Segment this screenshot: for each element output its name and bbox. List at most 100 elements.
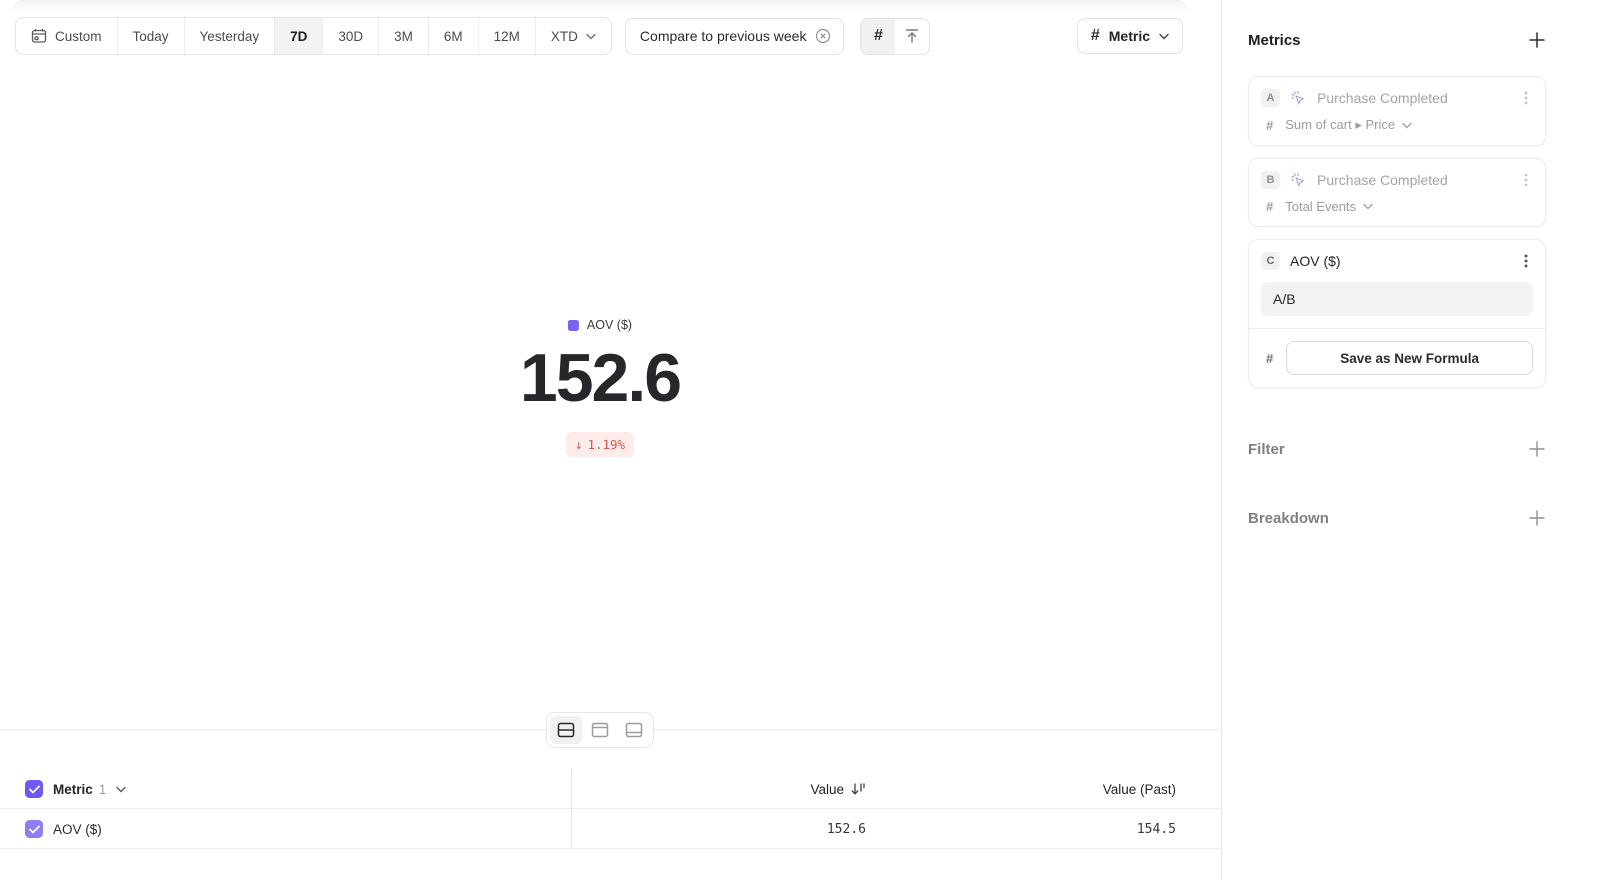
chart-legend: AOV ($) (520, 318, 680, 332)
date-range-label: XTD (551, 29, 578, 44)
compare-to-previous-week-pill[interactable]: Compare to previous week (625, 18, 845, 55)
metric-dropdown-label: Metric (1109, 28, 1150, 44)
insights-report-app: Custom Today Yesterday 7D 30D 3M 6M 12M … (0, 0, 1600, 880)
date-range-label: 3M (394, 29, 413, 44)
breakdown-section-title: Breakdown (1248, 510, 1329, 527)
metric-badge-a: A (1261, 89, 1280, 107)
chevron-down-icon (1159, 33, 1169, 40)
table-row-metric-cell: AOV ($) (0, 809, 572, 849)
metric-card-b[interactable]: B Purchase Completed # Total Events (1248, 158, 1546, 227)
row-value-past-cell: 154.5 (880, 822, 1222, 837)
event-sparkle-cursor-icon (1290, 90, 1307, 107)
date-range-7d[interactable]: 7D (275, 18, 323, 54)
aggregation-selector[interactable]: Total Events (1285, 199, 1373, 214)
chevron-down-icon (586, 33, 596, 40)
row-checkbox[interactable] (25, 820, 43, 838)
legend-color-swatch (568, 320, 579, 331)
check-icon (29, 825, 40, 834)
hash-formula-icon: # (1266, 351, 1273, 366)
check-icon (29, 785, 40, 794)
arrow-to-bar-icon (904, 28, 920, 44)
layout-top-band-icon (591, 722, 609, 738)
kebab-menu-icon[interactable] (1519, 172, 1533, 188)
value-past-header-label: Value (Past) (1103, 782, 1176, 797)
date-range-label: 30D (338, 29, 363, 44)
chart-type-number-button[interactable]: # (861, 19, 895, 54)
add-metric-icon[interactable] (1528, 31, 1546, 49)
event-sparkle-cursor-icon (1290, 172, 1307, 189)
date-range-label: Custom (55, 29, 102, 44)
table-header-metric-cell: Metric 1 (0, 769, 572, 809)
legend-label: AOV ($) (587, 318, 632, 332)
query-builder-sidebar: Metrics A Purchase Completed # Sum of ca… (1222, 0, 1600, 880)
date-range-xtd[interactable]: XTD (536, 18, 611, 54)
date-range-label: 7D (290, 29, 307, 44)
table-header-row: Metric 1 Value Value (Past) (0, 769, 1222, 809)
metric-value: 152.6 (520, 344, 680, 412)
add-breakdown-icon[interactable] (1528, 509, 1546, 527)
layout-switcher (546, 712, 654, 748)
metric-card-title: Purchase Completed (1317, 90, 1509, 106)
date-range-30d[interactable]: 30D (323, 18, 379, 54)
date-range-today[interactable]: Today (118, 18, 185, 54)
card-divider (1249, 328, 1545, 329)
layout-chart-only-button[interactable] (584, 716, 616, 744)
metric-column-header: Metric (53, 782, 93, 797)
toolbar: Custom Today Yesterday 7D 30D 3M 6M 12M … (15, 17, 1183, 55)
metric-type-dropdown[interactable]: # Metric (1077, 18, 1183, 54)
date-range-custom[interactable]: Custom (16, 18, 118, 54)
save-as-new-formula-button[interactable]: Save as New Formula (1286, 341, 1533, 375)
hash-aggregation-icon: # (1266, 199, 1273, 214)
layout-split-button[interactable] (550, 716, 582, 744)
date-range-3m[interactable]: 3M (379, 18, 429, 54)
chevron-down-icon (1363, 203, 1373, 210)
select-all-checkbox[interactable] (25, 780, 43, 798)
remove-compare-icon[interactable] (815, 28, 831, 44)
date-range-label: 12M (494, 29, 520, 44)
metric-card-title: Purchase Completed (1317, 172, 1509, 188)
delta-badge: ↓ 1.19% (566, 432, 634, 457)
kebab-menu-icon[interactable] (1519, 90, 1533, 106)
delta-percent: 1.19% (587, 437, 625, 452)
value-column-header[interactable]: Value (572, 782, 880, 797)
filter-section-title: Filter (1248, 441, 1285, 458)
chart-type-toggle-group: # (860, 18, 930, 55)
chart-type-goal-button[interactable] (895, 19, 929, 54)
aggregation-label: Total Events (1285, 199, 1356, 214)
aggregation-selector[interactable]: Sum of cart ▸ Price (1285, 117, 1412, 133)
hash-number-icon: # (874, 27, 883, 45)
date-range-12m[interactable]: 12M (479, 18, 536, 54)
panel-divider (0, 729, 1222, 730)
date-range-label: Today (133, 29, 169, 44)
date-range-yesterday[interactable]: Yesterday (185, 18, 276, 54)
calendar-icon (31, 28, 47, 44)
date-range-6m[interactable]: 6M (429, 18, 479, 54)
aggregation-label: Sum of cart ▸ Price (1285, 117, 1395, 133)
table-row: AOV ($) 152.6 154.5 (0, 809, 1222, 849)
layout-table-only-button[interactable] (618, 716, 650, 744)
date-range-segmented-control: Custom Today Yesterday 7D 30D 3M 6M 12M … (15, 17, 612, 55)
metric-card-c-formula[interactable]: C AOV ($) A/B # Save as New Formula (1248, 239, 1546, 388)
metric-count: 1 (99, 782, 107, 797)
big-number-visualization: AOV ($) 152.6 ↓ 1.19% (520, 318, 680, 457)
sort-descending-icon (851, 782, 866, 796)
chevron-down-icon[interactable] (116, 786, 126, 793)
metric-badge-c: C (1261, 252, 1280, 270)
layout-split-icon (557, 722, 575, 738)
main-panel: Custom Today Yesterday 7D 30D 3M 6M 12M … (0, 0, 1222, 880)
compare-pill-label: Compare to previous week (640, 28, 807, 44)
kebab-menu-icon[interactable] (1519, 253, 1533, 269)
value-past-column-header[interactable]: Value (Past) (880, 782, 1222, 797)
formula-input[interactable]: A/B (1261, 282, 1533, 316)
metric-card-a[interactable]: A Purchase Completed # Sum of cart ▸ Pri… (1248, 76, 1546, 146)
metric-badge-b: B (1261, 171, 1280, 189)
hash-metric-icon: # (1091, 27, 1100, 45)
results-table: Metric 1 Value Value (Past) (0, 769, 1222, 849)
date-range-label: 6M (444, 29, 463, 44)
chevron-down-icon (1402, 122, 1412, 129)
add-filter-icon[interactable] (1528, 440, 1546, 458)
hash-aggregation-icon: # (1266, 118, 1273, 133)
row-metric-label: AOV ($) (53, 822, 102, 837)
breakdown-section-header: Breakdown (1248, 509, 1546, 527)
arrow-down-icon: ↓ (575, 437, 583, 452)
